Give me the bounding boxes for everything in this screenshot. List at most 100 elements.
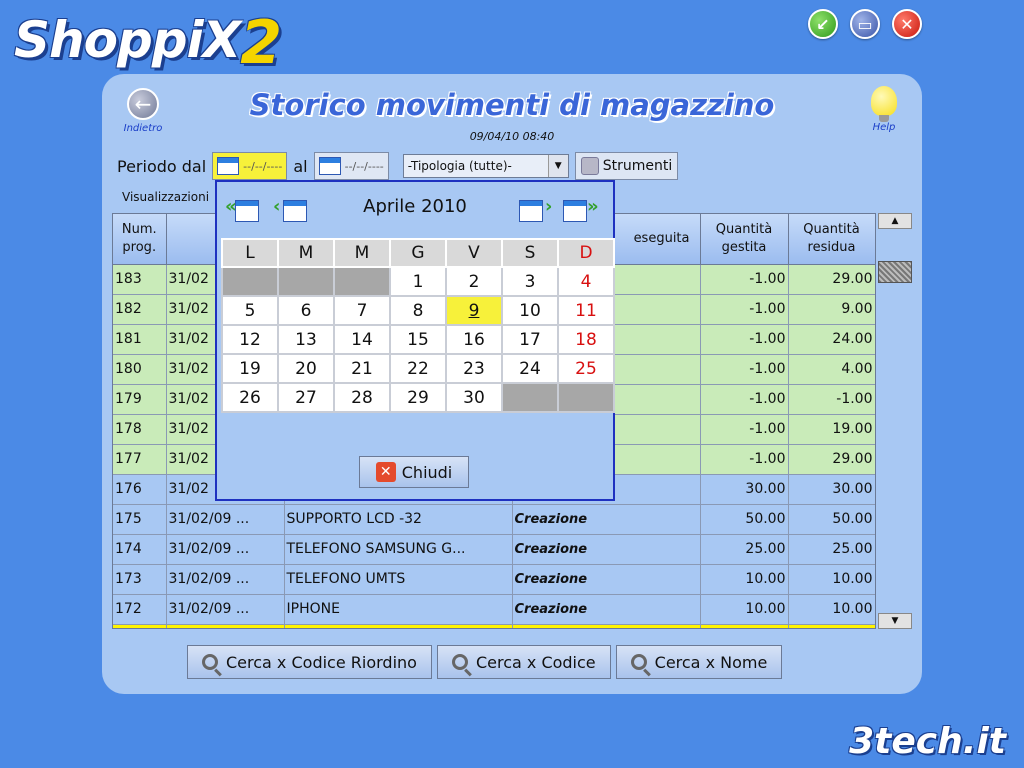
table-row[interactable]: 174 31/02/09 ... TELEFONO SAMSUNG G... Crea… [113, 534, 875, 565]
row-num: 178 [113, 414, 167, 445]
filter-bar: Periodo dal --/--/---- al --/--/---- -Ti… [117, 152, 679, 180]
search-code-button[interactable]: Cerca x Codice [436, 645, 611, 679]
col-res[interactable]: Quantità residua [788, 214, 875, 265]
calendar-day[interactable]: 18 [557, 324, 615, 355]
calendar-day[interactable]: 22 [389, 353, 447, 384]
calendar-day[interactable]: 17 [501, 324, 559, 355]
minimize-button[interactable]: ↙ [808, 9, 838, 39]
table-row[interactable]: 172 31/02/09 ... IPHONE Creazione 10.00 10.00 [113, 594, 875, 625]
row-desc: IPHONE [284, 594, 513, 625]
search-reorder-code-button[interactable]: Cerca x Codice Riordino [187, 645, 432, 679]
calendar-day[interactable]: 16 [445, 324, 503, 355]
col-qty[interactable]: Quantità gestita [700, 214, 789, 265]
calendar-day[interactable]: 8 [389, 295, 447, 326]
scroll-thumb[interactable] [878, 261, 912, 283]
calendar-day[interactable]: 15 [389, 324, 447, 355]
scroll-down-button[interactable]: ▼ [878, 613, 912, 629]
close-calendar-button[interactable]: ✕ Chiudi [359, 456, 469, 488]
calendar-day[interactable]: 4 [557, 266, 615, 297]
next-year-button[interactable]: » [563, 194, 599, 224]
calendar-day[interactable]: 21 [333, 353, 391, 384]
next-month-button[interactable]: › [519, 194, 555, 224]
search-name-button[interactable]: Cerca x Nome [615, 645, 783, 679]
table-row[interactable]: 17131/02/09 ...CELLULARE FT 3MPXModifica… [113, 624, 875, 628]
row-num: 180 [113, 354, 167, 385]
search-icon [451, 654, 468, 670]
weekday-header: S [501, 238, 559, 268]
calendar-day[interactable]: 20 [277, 353, 335, 384]
calendar-day[interactable]: 19 [221, 353, 279, 384]
calendar-week: 19 20 21 22 23 24 25 [221, 353, 615, 384]
app-logo: ShoppiX2 [14, 2, 282, 78]
calendar-day[interactable]: 23 [445, 353, 503, 384]
calendar-day[interactable]: 9 [445, 295, 503, 326]
calendar-day[interactable]: 26 [221, 382, 279, 413]
col-num[interactable]: Num. prog. [113, 214, 167, 265]
table-scrollbar[interactable]: ▲ ▼ [878, 213, 912, 629]
row-res: 20.00 [788, 624, 875, 628]
calendar-day[interactable]: 3 [501, 266, 559, 297]
date-to-field[interactable]: --/--/---- [313, 152, 389, 180]
row-desc: CELLULARE FT 3MPX [284, 624, 513, 628]
col-qty-label: Quantità gestita [715, 221, 773, 255]
row-res: 4.00 [788, 354, 875, 385]
col-res-label: Quantità residua [803, 221, 860, 255]
chevron-down-icon[interactable]: ▼ [547, 155, 568, 177]
calendar-day[interactable]: 11 [557, 295, 615, 326]
calendar-day[interactable]: 12 [221, 324, 279, 355]
tools-button[interactable]: Strumenti [574, 152, 679, 180]
search-buttons: Cerca x Codice Riordino Cerca x Codice C… [187, 645, 783, 679]
calendar-week: 26 27 28 29 30 [221, 382, 615, 413]
row-qty: -1.00 [700, 324, 789, 355]
calendar-day[interactable]: 25 [557, 353, 615, 384]
type-select[interactable]: -Tipologia (tutte)- ▼ [402, 154, 569, 178]
row-op: Creazione [512, 594, 701, 625]
arrow-down-left-icon: ↙ [816, 14, 830, 34]
calendar-day[interactable]: 6 [277, 295, 335, 326]
x-icon: ✕ [900, 14, 914, 34]
calendar-day[interactable]: 14 [333, 324, 391, 355]
row-op: Creazione [512, 504, 701, 535]
row-num: 172 [113, 594, 167, 625]
maximize-button[interactable]: ▭ [850, 9, 880, 39]
row-res: 10.00 [788, 594, 875, 625]
calendar-day[interactable]: 7 [333, 295, 391, 326]
row-num: 175 [113, 504, 167, 535]
calendar-icon [519, 200, 543, 222]
calendar-day[interactable]: 30 [445, 382, 503, 413]
date-from-field[interactable]: --/--/---- [212, 152, 288, 180]
row-qty: -1.00 [700, 264, 789, 295]
close-calendar-label: Chiudi [401, 462, 453, 482]
table-row[interactable]: 173 31/02/09 ... TELEFONO UMTS Creazione 10.… [113, 564, 875, 595]
logo-suffix: 2 [240, 8, 282, 78]
calendar-week: 12 13 14 15 16 17 18 [221, 324, 615, 355]
row-res: 19.00 [788, 414, 875, 445]
close-button[interactable]: ✕ [892, 9, 922, 39]
row-desc: SUPPORTO LCD -32 [284, 504, 513, 535]
calendar-day[interactable]: 27 [277, 382, 335, 413]
row-res: 30.00 [788, 474, 875, 505]
row-num: 177 [113, 444, 167, 475]
calendar-day[interactable]: 2 [445, 266, 503, 297]
table-row[interactable]: 175 31/02/09 ... SUPPORTO LCD -32 Creazione… [113, 504, 875, 535]
calendar-day[interactable]: 1 [389, 266, 447, 297]
row-qty: 30.00 [700, 474, 789, 505]
page-title: Storico movimenti di magazzino [249, 88, 775, 122]
calendar-day[interactable]: 5 [221, 295, 279, 326]
calendar-day[interactable]: 13 [277, 324, 335, 355]
row-desc: TELEFONO SAMSUNG G... [284, 534, 513, 565]
calendar-day[interactable]: 28 [333, 382, 391, 413]
scroll-up-button[interactable]: ▲ [878, 213, 912, 229]
calendar-day[interactable]: 24 [501, 353, 559, 384]
row-qty: -1.00 [700, 414, 789, 445]
date-from-value: --/--/---- [243, 159, 283, 173]
view-label: Visualizzazioni [122, 190, 210, 204]
calendar-day[interactable]: 10 [501, 295, 559, 326]
period-label: Periodo dal [117, 156, 207, 176]
row-res: 25.00 [788, 534, 875, 565]
help-button[interactable]: Help [864, 86, 904, 133]
tools-label: Strumenti [602, 158, 673, 174]
calendar-day[interactable]: 29 [389, 382, 447, 413]
row-num: 182 [113, 294, 167, 325]
row-date: 31/02/09 ... [166, 624, 285, 628]
